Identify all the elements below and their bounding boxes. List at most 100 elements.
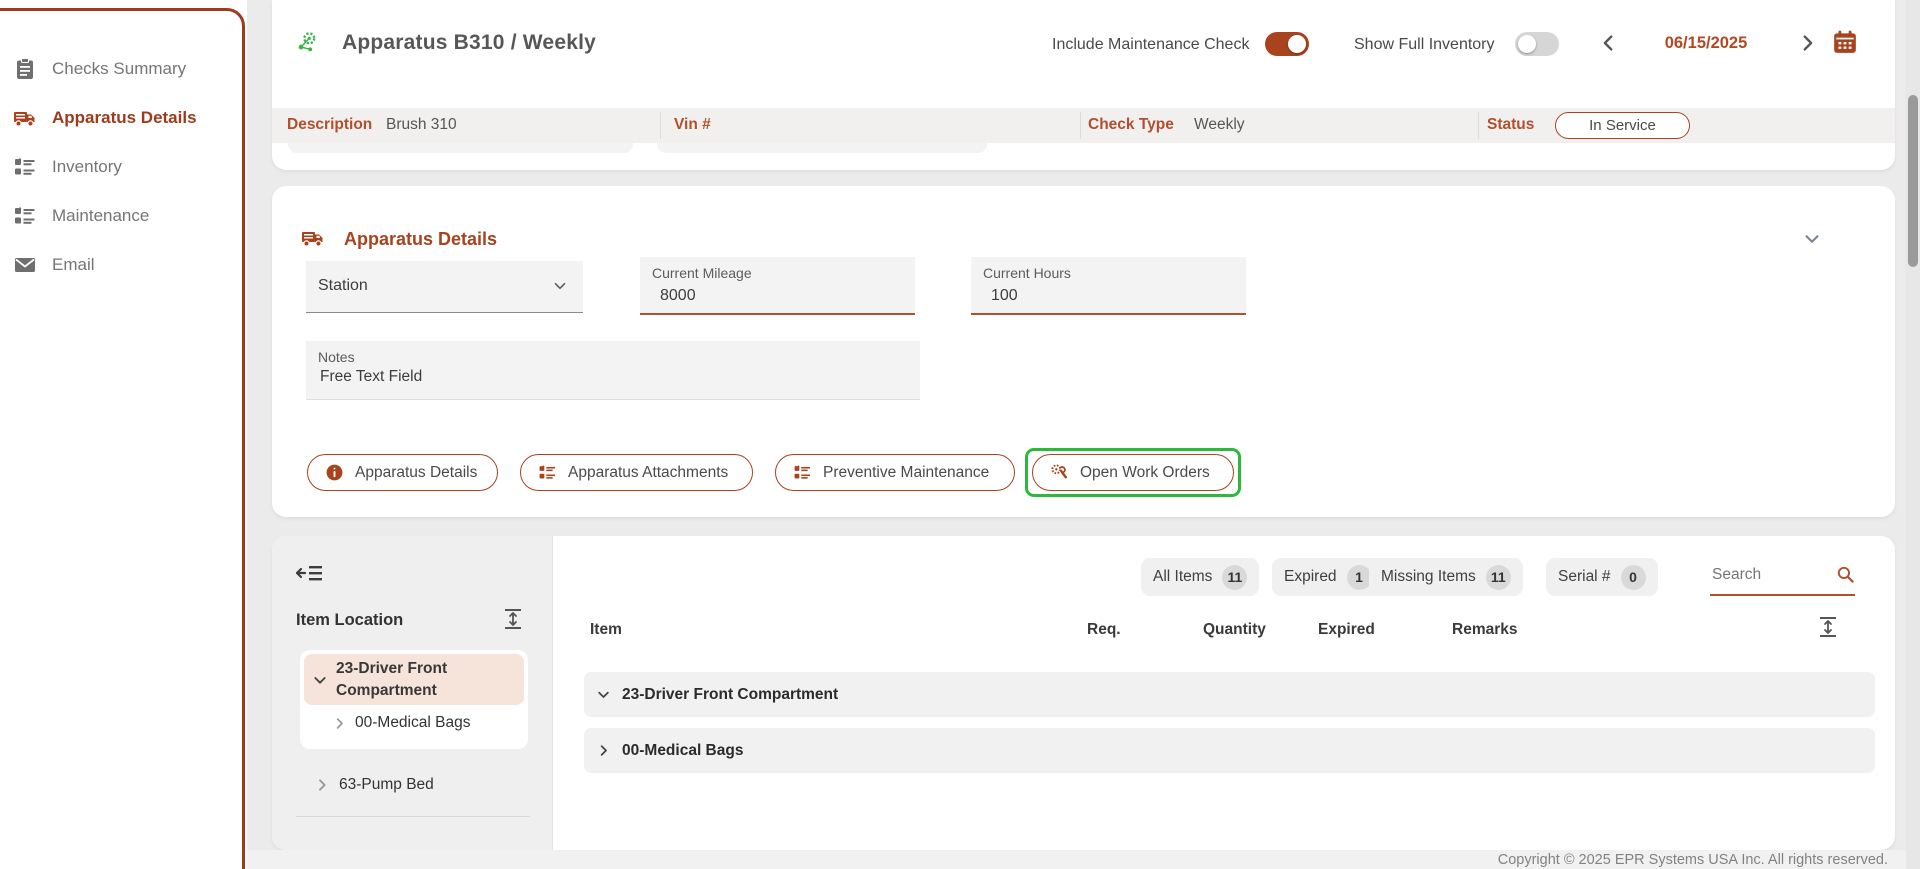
tree-node-label: 00-Medical Bags [355,714,470,732]
group-row-label: 00-Medical Bags [622,742,743,760]
current-mileage-value: 8000 [660,287,696,305]
work-order-icon [1050,463,1069,482]
expand-all-rows-icon[interactable] [1818,616,1838,638]
show-full-inventory-label: Show Full Inventory [1354,36,1495,54]
section-title: Apparatus Details [344,229,497,250]
collapse-section-chevron-icon[interactable] [1800,228,1824,250]
calendar-icon[interactable] [1832,29,1858,55]
sidebar-item-inventory[interactable]: Inventory [0,142,241,191]
vin-label: Vin # [674,116,711,134]
list-icon [538,463,557,482]
apparatus-attachments-button[interactable]: Apparatus Attachments [520,454,753,491]
current-hours-value: 100 [991,287,1018,305]
divider [1080,112,1081,139]
button-label: Apparatus Details [355,464,477,482]
divider [1478,112,1479,139]
tree-node-medical-bags[interactable]: 00-Medical Bags [304,705,524,732]
fire-truck-icon [300,226,326,250]
apparatus-details-button[interactable]: Apparatus Details [307,454,498,491]
button-label: Apparatus Attachments [568,464,728,482]
search-input[interactable] [1710,562,1833,592]
toggle-knob [1518,35,1536,53]
notes-field[interactable]: Notes Free Text Field [306,341,920,400]
item-location-title: Item Location [296,611,403,630]
check-date[interactable]: 06/15/2025 [1646,34,1766,53]
station-select-value: Station [318,277,368,295]
engine-icon [296,30,318,54]
page-scrollbar-track[interactable] [1906,0,1920,869]
count-badge: 11 [1222,565,1247,590]
clipped-field [657,143,987,153]
check-header-card: Apparatus B310 / Weekly Include Maintena… [272,0,1895,170]
page-scrollbar-thumb[interactable] [1908,95,1918,267]
inventory-list-icon [13,155,37,179]
button-label: Open Work Orders [1080,464,1210,482]
fire-truck-icon [13,106,37,130]
count-badge: 11 [1486,565,1511,590]
column-header-quantity: Quantity [1203,621,1266,639]
filter-serial[interactable]: Serial # 0 [1546,558,1658,596]
chevron-down-icon [551,277,569,295]
filter-label: All Items [1153,568,1212,586]
current-hours-field[interactable]: Current Hours 100 [971,257,1246,315]
inventory-card: Item Location 23-Driver Front Compartmen… [272,536,1895,850]
filter-missing-items[interactable]: Missing Items 11 [1369,558,1523,596]
show-full-inventory-toggle[interactable] [1515,32,1559,56]
previous-date-chevron-icon[interactable] [1598,32,1620,54]
current-hours-label: Current Hours [983,265,1071,281]
column-header-remarks: Remarks [1452,621,1518,639]
filter-label: Missing Items [1381,568,1476,586]
description-label: Description [287,116,372,134]
filter-expired[interactable]: Expired 1 [1272,558,1384,596]
chevron-right-icon [314,777,330,793]
tree-node-pump-bed[interactable]: 63-Pump Bed [314,776,434,794]
sidebar-item-checks-summary[interactable]: Checks Summary [0,44,241,93]
current-mileage-label: Current Mileage [652,265,752,281]
preventive-maintenance-button[interactable]: Preventive Maintenance [775,454,1015,491]
count-badge: 0 [1621,565,1646,590]
button-label: Preventive Maintenance [823,464,989,482]
apparatus-info-row: Description Brush 310 Vin # Check Type W… [272,108,1895,143]
description-value: Brush 310 [386,116,457,134]
column-header-expired: Expired [1318,621,1375,639]
include-maintenance-check-toggle[interactable] [1265,32,1309,56]
current-mileage-field[interactable]: Current Mileage 8000 [640,257,915,315]
maintenance-list-icon [13,204,37,228]
search-underline [1710,594,1855,596]
table-group-row-medical-bags[interactable]: 00-Medical Bags [584,728,1875,773]
sidebar-item-maintenance[interactable]: Maintenance [0,191,241,240]
apparatus-details-card: Apparatus Details Station Current Mileag… [272,186,1895,517]
sidebar-item-apparatus-details[interactable]: Apparatus Details [0,93,241,142]
list-icon [793,463,812,482]
check-type-label: Check Type [1088,116,1174,134]
search-icon[interactable] [1836,565,1855,584]
sidebar-item-email[interactable]: Email [0,240,241,289]
chevron-right-icon [596,743,611,758]
open-work-orders-button[interactable]: Open Work Orders [1032,454,1234,491]
tree-node-driver-front-compartment[interactable]: 23-Driver Front Compartment [304,654,524,705]
sidebar-item-label: Apparatus Details [52,108,197,128]
next-date-chevron-icon[interactable] [1796,32,1818,54]
footer: Copyright © 2025 EPR Systems USA Inc. Al… [247,850,1920,869]
location-tree: 23-Driver Front Compartment 00-Medical B… [300,650,528,749]
status-label: Status [1487,116,1534,134]
sidebar-item-label: Email [52,255,95,275]
tree-node-label: 63-Pump Bed [339,776,434,794]
filter-all-items[interactable]: All Items 11 [1141,558,1259,596]
expand-all-icon[interactable] [503,608,523,630]
filter-label: Expired [1284,568,1337,586]
notes-value: Free Text Field [320,368,422,386]
table-group-row-driver-front-compartment[interactable]: 23-Driver Front Compartment [584,672,1875,717]
chevron-right-icon [332,716,347,731]
filter-label: Serial # [1558,568,1611,586]
tree-node-label: 23-Driver Front Compartment [336,658,518,701]
station-select[interactable]: Station [306,261,583,313]
collapse-panel-icon[interactable] [296,562,324,584]
sidebar-item-label: Checks Summary [52,59,186,79]
check-type-value: Weekly [1194,116,1245,134]
sidebar-item-label: Inventory [52,157,122,177]
column-header-item: Item [590,621,622,639]
copyright-text: Copyright © 2025 EPR Systems USA Inc. Al… [1498,852,1888,868]
page-title: Apparatus B310 / Weekly [342,31,596,55]
group-row-label: 23-Driver Front Compartment [622,686,838,704]
